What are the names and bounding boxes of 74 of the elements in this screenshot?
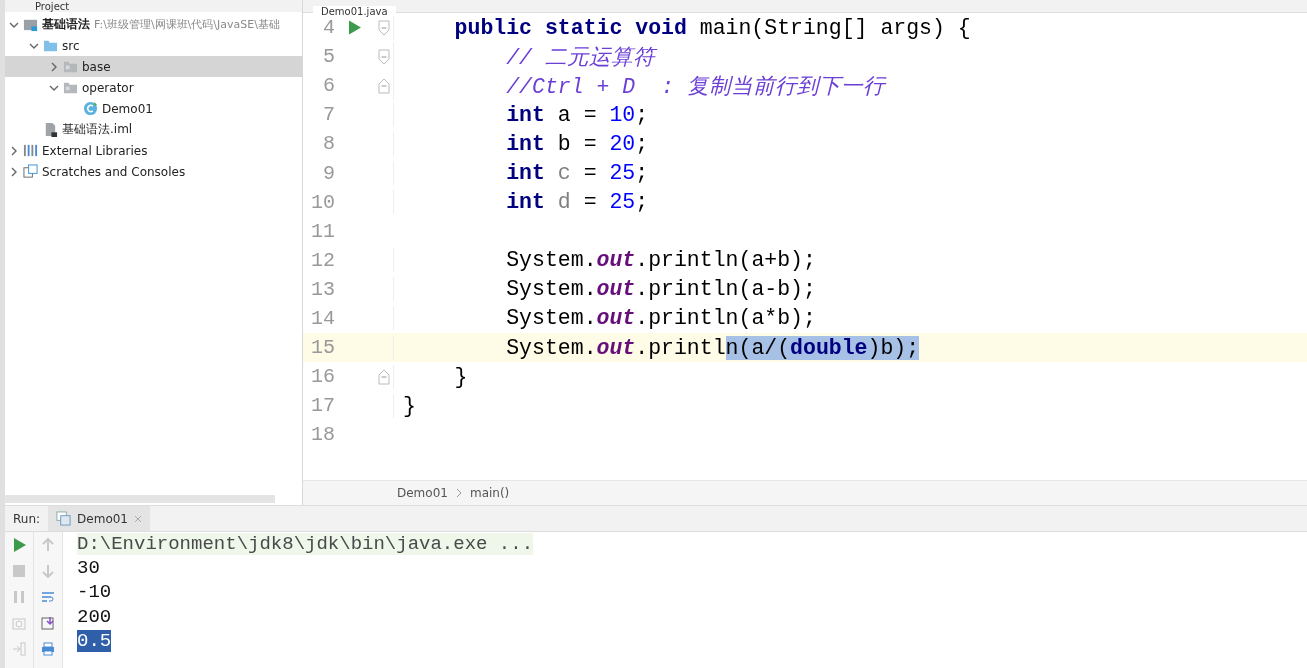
tree-item[interactable]: 基础语法.iml (5, 119, 302, 140)
code-line: int b = 20; (393, 131, 649, 156)
tree-item[interactable]: base (5, 56, 302, 77)
line-number: 6 (322, 74, 335, 98)
tree-item[interactable]: Demo01 (5, 98, 302, 119)
console-line: 30 (77, 557, 100, 580)
exit-icon[interactable] (12, 642, 26, 656)
code-line: System.out.println(a+b); (393, 248, 816, 273)
folder-icon (63, 80, 78, 95)
line-number: 8 (322, 132, 335, 156)
run-icon[interactable] (12, 538, 26, 552)
library-icon (23, 143, 38, 158)
pause-icon[interactable] (12, 590, 26, 604)
code-line: } (393, 364, 468, 389)
line-number: 5 (322, 45, 335, 69)
line-number: 11 (310, 219, 335, 243)
line-number: 18 (310, 423, 335, 447)
tree-item[interactable]: Scratches and Consoles (5, 161, 302, 182)
camera-icon[interactable] (12, 616, 26, 630)
run-tab[interactable]: Demo01 (48, 506, 150, 531)
stop-icon[interactable] (12, 564, 26, 578)
fold-marker-icon[interactable] (378, 77, 390, 94)
path-text: F:\班级管理\网课班\代码\JavaSE\基础 (94, 17, 280, 32)
chevron-icon[interactable] (9, 145, 19, 156)
tree-item[interactable]: 基础语法 F:\班级管理\网课班\代码\JavaSE\基础 (5, 14, 302, 35)
scroll-to-end-icon[interactable] (41, 616, 55, 630)
fold-marker-icon[interactable] (378, 368, 390, 385)
module-folder-icon (23, 17, 38, 32)
tree-item[interactable]: External Libraries (5, 140, 302, 161)
fold-marker-icon[interactable] (378, 48, 390, 65)
code-line: int c = 25; (393, 161, 649, 185)
tree-item[interactable]: operator (5, 77, 302, 98)
line-number: 12 (310, 248, 335, 272)
line-number: 9 (322, 161, 335, 185)
line-number: 4 (323, 16, 335, 40)
code-line: int a = 10; (393, 102, 649, 127)
code-line: public static void main(String[] args) { (393, 15, 971, 40)
run-icon[interactable] (349, 20, 361, 36)
code-line: System.out.println(a-b); (393, 277, 816, 302)
class-icon (83, 101, 98, 116)
up-arrow-icon[interactable] (41, 538, 55, 552)
line-number: 14 (310, 307, 335, 330)
chevron-icon[interactable] (9, 166, 19, 177)
code-line: } (393, 393, 416, 418)
breadcrumb-item[interactable]: Demo01 (397, 486, 448, 500)
folder-icon (43, 38, 58, 53)
console-line: 200 (77, 605, 112, 628)
editor-tab[interactable]: Demo01.java (313, 6, 396, 17)
console-line: -10 (77, 581, 112, 604)
chevron-icon[interactable] (49, 61, 59, 72)
wrap-icon[interactable] (41, 590, 55, 604)
code-line: System.out.println(a*b); (393, 306, 816, 331)
fold-marker-icon[interactable] (378, 19, 390, 36)
tree-item[interactable]: src (5, 35, 302, 56)
code-line: System.out.println(a/(double)b); (393, 335, 920, 360)
close-icon[interactable] (134, 514, 142, 523)
panel-label: Run: (12, 511, 42, 526)
line-number: 17 (310, 394, 335, 418)
chevron-icon (455, 488, 462, 498)
folder-icon (63, 59, 78, 74)
breadcrumb-item[interactable]: main() (469, 486, 510, 500)
printer-icon[interactable] (41, 642, 55, 656)
line-number: 13 (310, 277, 335, 301)
code-line: //Ctrl + D : 复制当前行到下一行 (393, 71, 885, 101)
line-number: 16 (310, 365, 335, 389)
console-icon (56, 511, 72, 526)
file-icon (43, 122, 58, 137)
scratch-icon (23, 164, 38, 179)
line-number: 10 (310, 190, 335, 214)
scrollbar[interactable] (5, 495, 275, 503)
down-arrow-icon[interactable] (41, 564, 55, 578)
line-number: 7 (322, 103, 335, 127)
code-line: int d = 25; (393, 190, 649, 215)
line-number: 15 (310, 336, 335, 360)
